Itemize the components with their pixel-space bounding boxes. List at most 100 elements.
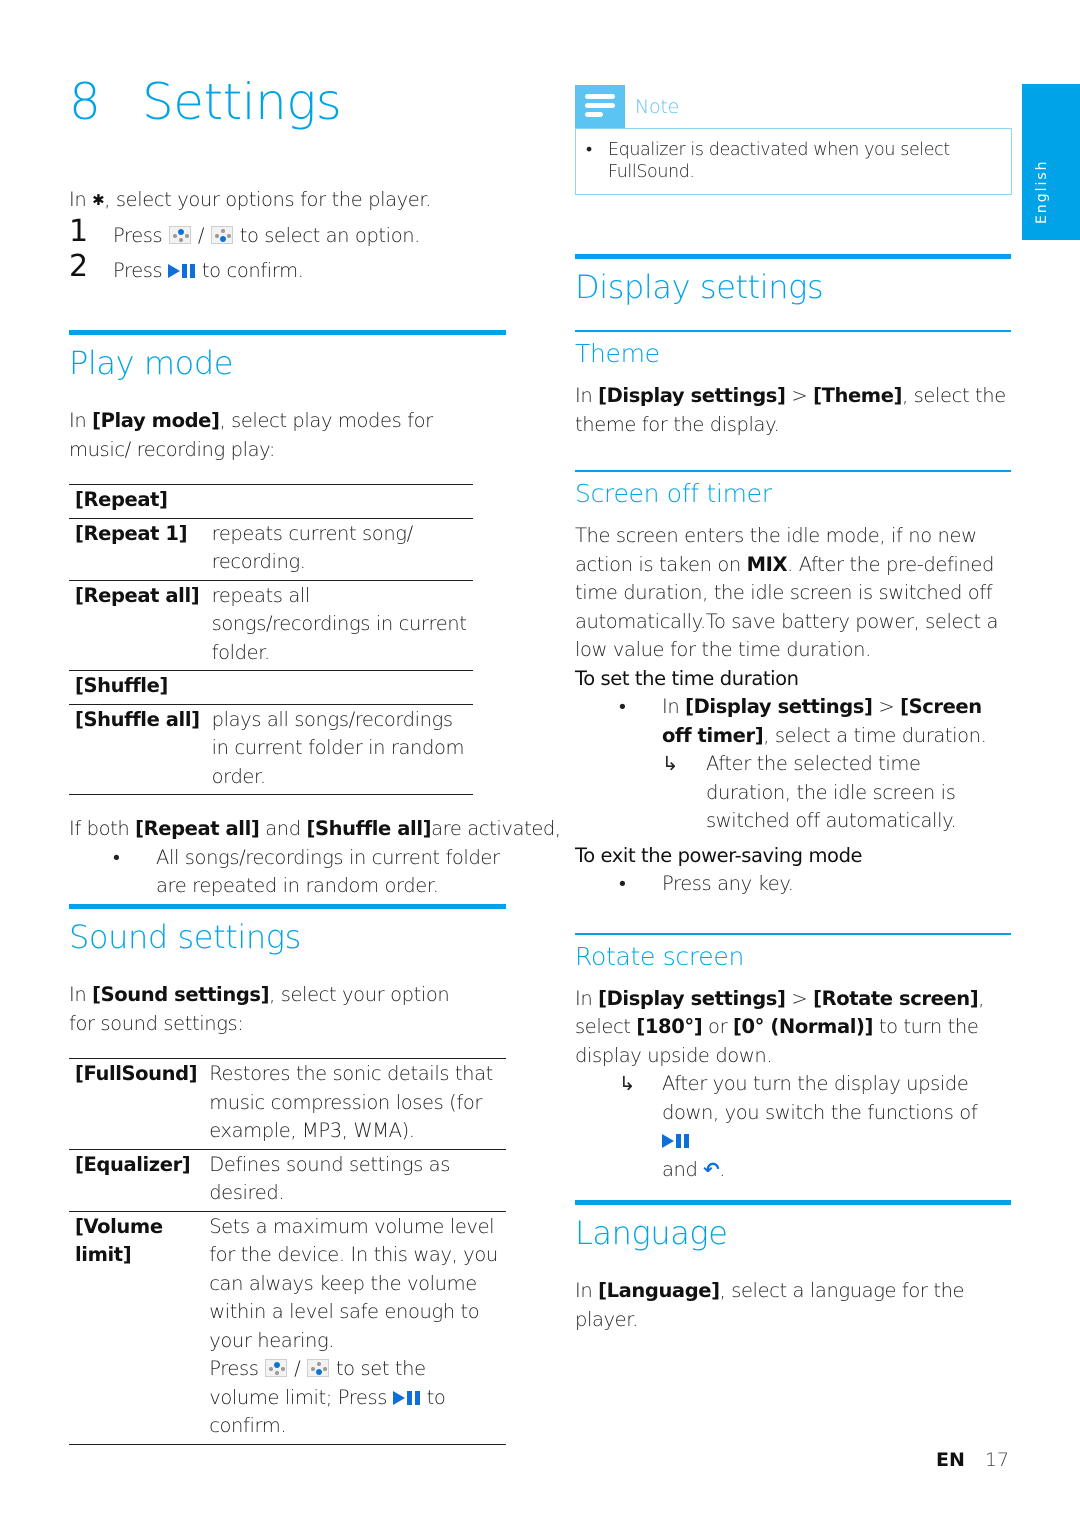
- text: In: [69, 983, 93, 1006]
- option-ref: [180°]: [636, 1015, 703, 1038]
- bullet-icon: •: [619, 872, 626, 895]
- table-row: [Repeat all] repeats all songs/recordings…: [69, 580, 473, 671]
- table-row: [Shuffle all] plays all songs/recordings …: [69, 704, 473, 795]
- text: and: [662, 1157, 704, 1181]
- option-ref: [Repeat all]: [135, 817, 260, 840]
- note-icon: [575, 85, 625, 128]
- result-arrow-icon: ↳: [619, 1072, 635, 1095]
- chapter-name: Settings: [142, 73, 342, 131]
- bullet-text: All songs/recordings in current folder a…: [156, 845, 500, 898]
- option-key: [Shuffle]: [75, 674, 168, 697]
- section-divider: [69, 330, 506, 335]
- option-value: repeats all songs/recordings in current …: [211, 583, 467, 664]
- list-item: • In [Display settings] > [Screen off ti…: [575, 693, 1011, 750]
- bullet-icon: •: [586, 140, 592, 160]
- play-pause-icon: [392, 1390, 421, 1406]
- text: In: [69, 409, 93, 432]
- text: Press: [209, 1357, 265, 1380]
- text: >: [785, 986, 814, 1010]
- play-mode-table: [Repeat] [Repeat 1] repeats current song/…: [69, 484, 473, 795]
- option-ref: [Shuffle all]: [306, 817, 432, 840]
- table-row: [Repeat]: [69, 484, 473, 519]
- screen-off-description: The screen enters the idle mode, if no n…: [575, 522, 1011, 665]
- step-text: Press: [113, 259, 169, 282]
- section-play-mode: Play mode In [Play mode], select play mo…: [69, 330, 561, 901]
- text: >: [872, 695, 901, 718]
- section-title: Play mode: [69, 344, 234, 382]
- combined-note: If both [Repeat all] and [Shuffle all]ar…: [69, 815, 561, 844]
- bullet-icon: •: [113, 845, 120, 869]
- option-key: [Repeat all]: [75, 583, 200, 607]
- chapter-number: 8: [69, 73, 101, 131]
- option-text: Sets a maximum volume level for the devi…: [209, 1214, 498, 1352]
- step-sep: /: [192, 223, 210, 247]
- option-ref: [Theme]: [813, 384, 903, 407]
- text: /: [288, 1357, 307, 1380]
- result-item: ↳ After the selected time duration, the …: [575, 750, 1011, 836]
- option-key: [Repeat 1]: [75, 521, 188, 545]
- step-number: 2: [69, 249, 88, 284]
- list-item: • Press any key.: [575, 870, 1011, 899]
- page-number: 17: [984, 1449, 1010, 1471]
- list-item: • Equalizer is deactivated when you sele…: [586, 139, 1001, 183]
- option-ref: [Display settings]: [598, 384, 786, 407]
- chapter-title: 8 Settings: [69, 72, 342, 132]
- text: .: [719, 1157, 726, 1181]
- page-footer: EN 17: [936, 1446, 1009, 1474]
- nav-down-icon: [210, 225, 233, 244]
- text: If both: [69, 817, 136, 840]
- list-item: • All songs/recordings in current folder…: [69, 844, 506, 901]
- option-ref: [Language]: [598, 1279, 720, 1302]
- nav-up-icon: [265, 1359, 288, 1377]
- option-key: [Volume limit]: [75, 1214, 163, 1267]
- table-row: [Shuffle]: [69, 670, 473, 705]
- nav-down-icon: [307, 1359, 330, 1377]
- play-pause-icon: [662, 1133, 690, 1149]
- gear-icon: ✱: [92, 191, 105, 209]
- note-text: Equalizer is deactivated when you select…: [608, 140, 950, 182]
- option-key: [Repeat]: [75, 488, 168, 511]
- text: In: [575, 1279, 599, 1302]
- footer-language: EN: [936, 1449, 965, 1471]
- rotate-description: In [Display settings] > [Rotate screen],…: [575, 985, 1011, 1071]
- text: In: [662, 695, 686, 718]
- option-ref: [Rotate screen]: [813, 986, 979, 1010]
- subsection-title-screen-off: Screen off timer: [575, 479, 772, 508]
- section-language: Language In [Language], select a languag…: [575, 1200, 1011, 1334]
- set-duration-heading: To set the time duration: [575, 666, 799, 690]
- text: and: [259, 817, 307, 840]
- option-value: repeats current song/ recording.: [211, 521, 414, 574]
- section-divider: [575, 1200, 1011, 1205]
- option-value: Sets a maximum volume level for the devi…: [203, 1211, 506, 1444]
- play-pause-icon: [168, 263, 196, 279]
- result-item: ↳ After you turn the display upside down…: [575, 1070, 1011, 1184]
- sound-settings-table: [FullSound] Restores the sonic details th…: [69, 1058, 506, 1445]
- nav-up-icon: [169, 225, 192, 244]
- bullet-icon: •: [619, 695, 626, 718]
- device-name: MIX: [746, 552, 788, 576]
- option-value: [206, 485, 473, 519]
- subsection-divider: [575, 470, 1011, 472]
- option-key: [Shuffle all]: [75, 707, 200, 731]
- option-ref: [Display settings]: [598, 986, 786, 1010]
- bullet-text: Press any key.: [662, 872, 794, 895]
- result-arrow-icon: ↳: [662, 752, 678, 775]
- result-text: After you turn the display upside down, …: [662, 1072, 978, 1124]
- section-title: Sound settings: [69, 918, 301, 956]
- intro-text: In ✱, select your options for the player…: [69, 186, 509, 215]
- section-divider: [575, 254, 1011, 259]
- language-description: In [Language], select a language for the…: [575, 1277, 1011, 1334]
- subsection-divider: [575, 932, 1011, 935]
- table-row: [Volume limit] Sets a maximum volume leve…: [69, 1211, 506, 1444]
- option-ref: [0° (Normal)]: [732, 1015, 874, 1038]
- step-1: 1 Press / to select an option.: [69, 216, 509, 251]
- intro-suffix: , select your options for the player.: [104, 188, 431, 211]
- option-value: Defines sound settings as desired.: [209, 1152, 450, 1205]
- option-value: plays all songs/recordings in current fo…: [211, 707, 465, 788]
- text: or: [702, 1015, 733, 1038]
- step-number: 1: [69, 213, 88, 249]
- exit-mode-heading: To exit the power-saving mode: [575, 843, 863, 867]
- text: are activated,: [431, 817, 561, 840]
- language-tab: English: [1022, 84, 1080, 240]
- option-ref: [Sound settings]: [92, 983, 270, 1006]
